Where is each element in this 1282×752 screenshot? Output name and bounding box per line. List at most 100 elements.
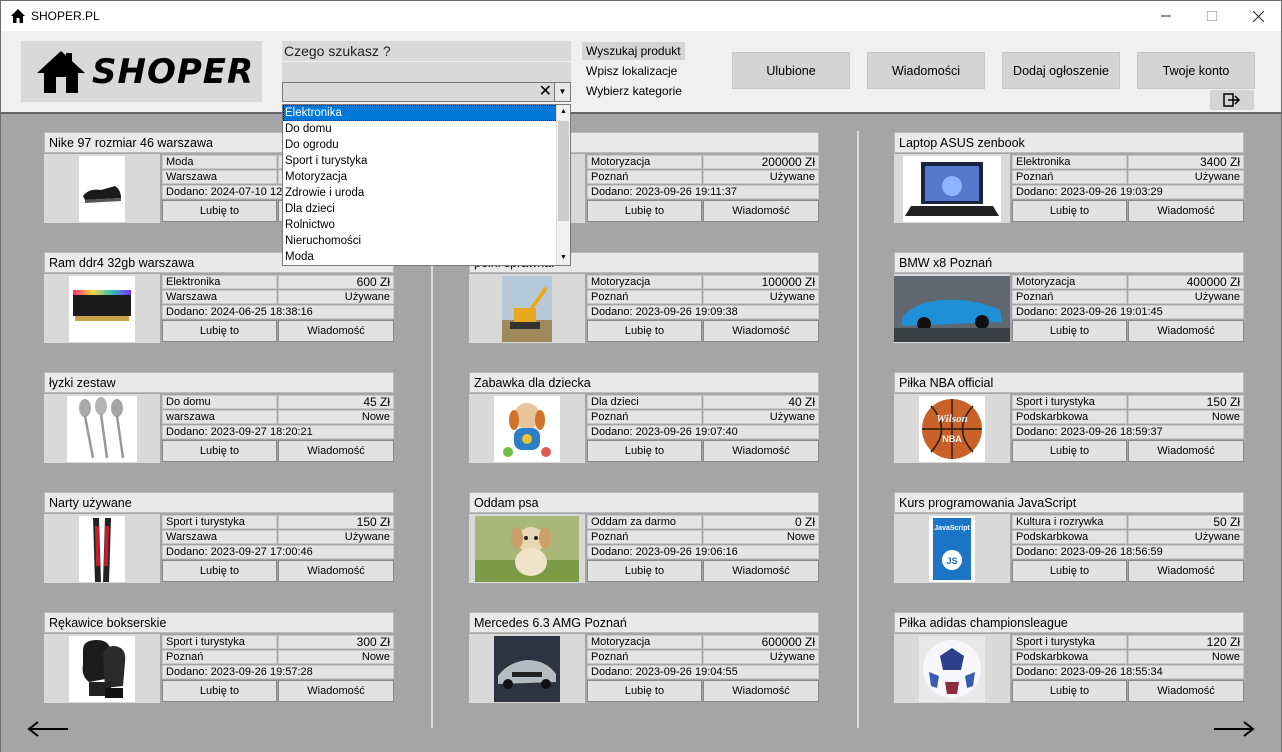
listing-image[interactable] [469,274,585,343]
message-button[interactable]: Wiadomość [703,440,819,462]
like-button[interactable]: Lubię to [162,680,277,702]
minimize-button[interactable] [1143,1,1189,31]
window-title: SHOPER.PL [31,9,100,23]
dropdown-item[interactable]: Motoryzacja [283,169,570,185]
account-button[interactable]: Twoje konto [1137,52,1255,89]
listing-title[interactable]: Rękawice bokserskie [44,612,394,633]
like-button[interactable]: Lubię to [587,680,702,702]
dropdown-item[interactable]: Nieruchomości [283,233,570,249]
message-button[interactable]: Wiadomość [278,440,394,462]
listing-title[interactable]: Mercedes 6.3 AMG Poznań [469,612,819,633]
listing-title[interactable]: Kurs programowania JavaScript [894,492,1244,513]
listing-image[interactable] [469,394,585,463]
listing-title[interactable]: Narty używane [44,492,394,513]
favorites-button[interactable]: Ulubione [732,52,850,89]
next-page-arrow-icon[interactable] [1212,719,1256,739]
listing-image[interactable] [44,154,160,223]
category-select[interactable]: ✕ ▼ [282,82,571,102]
listing-card[interactable]: Laptop ASUS zenbook Elektronika 3400 Zł Poz… [894,132,1244,223]
message-button[interactable]: Wiadomość [1128,560,1244,582]
category-dropdown-list[interactable]: Elektronika Do domu Do ogrodu Sport i turys… [282,104,571,266]
listing-card[interactable]: Piłka NBA official Wilson NBA Sport i turys… [894,372,1244,463]
message-button[interactable]: Wiadomość [1128,200,1244,222]
listing-title[interactable]: Piłka NBA official [894,372,1244,393]
message-button[interactable]: Wiadomość [703,560,819,582]
dropdown-item[interactable]: Sport i turystyka [283,153,570,169]
listing-card[interactable]: Piłka adidas championsleague Sport i tury… [894,612,1244,703]
listing-image[interactable] [894,154,1010,223]
clear-icon[interactable]: ✕ [539,83,552,101]
listing-card[interactable]: łyzki zestaw Do domu 45 Zł warszawa Nowe Doda… [44,372,394,463]
listing-title[interactable]: BMW x8 Poznań [894,252,1244,273]
listing-image[interactable] [894,634,1010,703]
listing-image[interactable] [894,274,1010,343]
dropdown-scrollbar[interactable]: ▲ ▼ [556,105,570,265]
like-button[interactable]: Lubię to [587,560,702,582]
listing-card[interactable]: Rękawice bokserskie Sport i turystyka 300 … [44,612,394,703]
like-button[interactable]: Lubię to [162,200,277,222]
listing-card[interactable]: BMW x8 Poznań Motoryzacja 400000 Zł Poznań U… [894,252,1244,343]
maximize-button[interactable] [1189,1,1235,31]
message-button[interactable]: Wiadomość [703,680,819,702]
dropdown-item[interactable]: Do ogrodu [283,137,570,153]
listing-image[interactable]: JavaScript JS [894,514,1010,583]
dropdown-item[interactable]: Moda [283,249,570,265]
like-button[interactable]: Lubię to [1012,200,1127,222]
listing-location: Podskarbkowa [1012,530,1127,544]
listing-image[interactable] [44,514,160,583]
listing-image[interactable]: Wilson NBA [894,394,1010,463]
listing-title[interactable]: Oddam psa [469,492,819,513]
message-button[interactable]: Wiadomość [703,320,819,342]
dropdown-item[interactable]: Dla dzieci [283,201,570,217]
message-button[interactable]: Wiadomość [1128,680,1244,702]
message-button[interactable]: Wiadomość [278,560,394,582]
message-button[interactable]: Wiadomość [278,320,394,342]
search-input[interactable]: Czego szukasz ? [282,41,571,61]
listing-condition: Używane [1128,530,1244,544]
scroll-down-icon[interactable]: ▼ [557,251,570,265]
chevron-down-icon[interactable]: ▼ [554,83,570,101]
dropdown-item[interactable]: Zdrowie i uroda [283,185,570,201]
like-button[interactable]: Lubię to [587,200,702,222]
like-button[interactable]: Lubię to [587,440,702,462]
message-button[interactable]: Wiadomość [1128,320,1244,342]
listing-card[interactable]: Kurs programowania JavaScript JavaScript J… [894,492,1244,583]
prev-page-arrow-icon[interactable] [26,719,70,739]
scroll-thumb[interactable] [558,121,569,221]
logo[interactable]: SHOPER [21,41,262,102]
listing-card[interactable]: Zabawka dla dziecka Dla dzieci 40 Zł Poznań… [469,372,819,463]
listing-image[interactable] [44,394,160,463]
like-button[interactable]: Lubię to [1012,560,1127,582]
listing-title[interactable]: łyzki zestaw [44,372,394,393]
like-button[interactable]: Lubię to [162,560,277,582]
message-button[interactable]: Wiadomość [278,680,394,702]
like-button[interactable]: Lubię to [1012,320,1127,342]
dropdown-item[interactable]: Do domu [283,121,570,137]
like-button[interactable]: Lubię to [587,320,702,342]
like-button[interactable]: Lubię to [162,440,277,462]
listing-image[interactable] [44,274,160,343]
logout-button[interactable] [1210,90,1254,110]
messages-button[interactable]: Wiadomości [867,52,985,89]
location-input[interactable] [282,62,571,82]
listing-image[interactable] [469,634,585,703]
dropdown-item[interactable]: Elektronika [283,105,570,121]
listing-image[interactable] [44,634,160,703]
listing-image[interactable] [469,514,585,583]
listing-card[interactable]: Narty używane Sport i turystyka 150 Zł Wars… [44,492,394,583]
listing-title[interactable]: Zabawka dla dziecka [469,372,819,393]
like-button[interactable]: Lubię to [162,320,277,342]
scroll-up-icon[interactable]: ▲ [557,105,570,119]
search-product-label[interactable]: Wyszukaj produkt [582,42,685,60]
like-button[interactable]: Lubię to [1012,440,1127,462]
listing-title[interactable]: Piłka adidas championsleague [894,612,1244,633]
listing-card[interactable]: Oddam psa Oddam za darmo 0 Zł Poznań Nowe Dod… [469,492,819,583]
message-button[interactable]: Wiadomość [1128,440,1244,462]
close-button[interactable] [1235,1,1281,31]
listing-card[interactable]: Mercedes 6.3 AMG Poznań Motoryzacja 600000… [469,612,819,703]
message-button[interactable]: Wiadomość [703,200,819,222]
add-listing-button[interactable]: Dodaj ogłoszenie [1002,52,1120,89]
listing-title[interactable]: Laptop ASUS zenbook [894,132,1244,153]
like-button[interactable]: Lubię to [1012,680,1127,702]
dropdown-item[interactable]: Rolnictwo [283,217,570,233]
